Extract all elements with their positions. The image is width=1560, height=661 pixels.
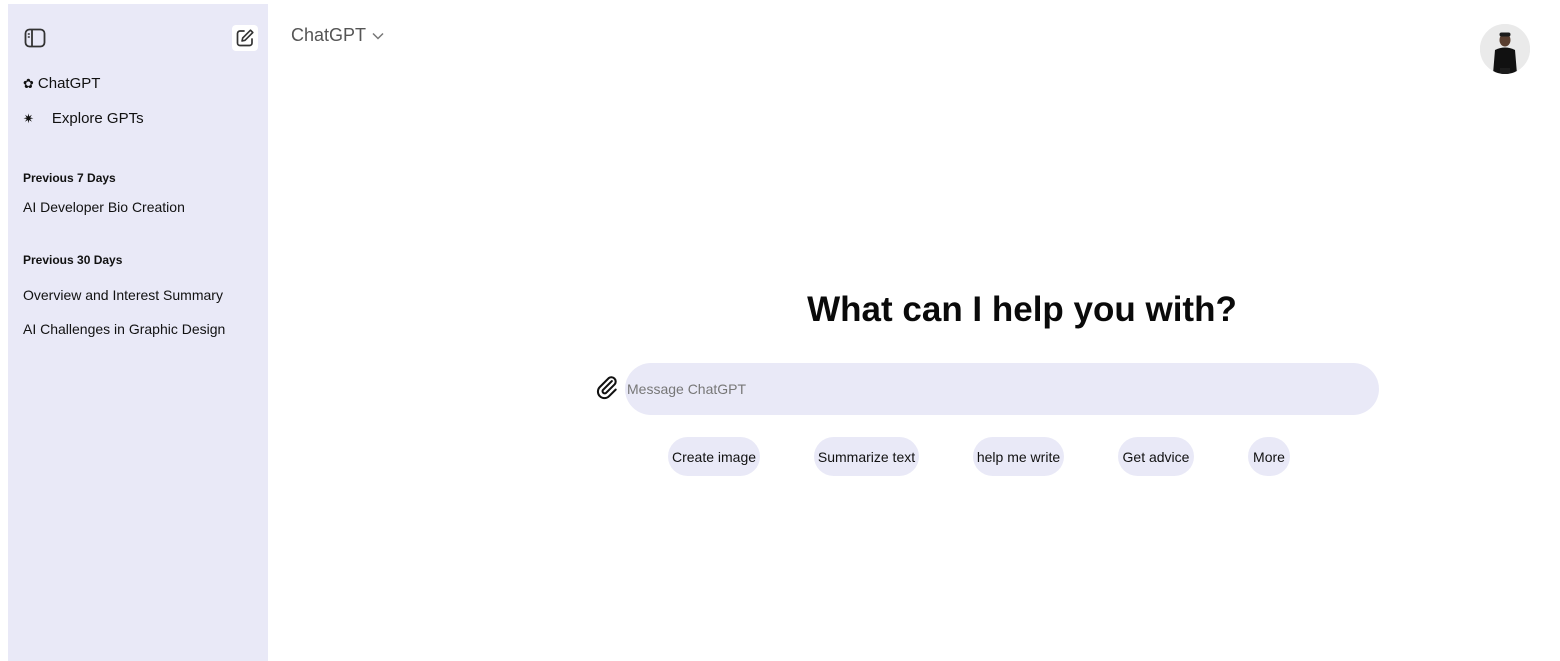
sidebar-item-explore-gpts[interactable]: ✷ Explore GPTs	[23, 110, 144, 127]
chip-get-advice[interactable]: Get advice	[1118, 437, 1194, 476]
section-heading-previous-7-days: Previous 7 Days	[23, 171, 116, 185]
chip-more[interactable]: More	[1248, 437, 1290, 476]
sidebar: ✿ ChatGPT ✷ Explore GPTs Previous 7 Days A…	[8, 4, 268, 661]
sidebar-item-chatgpt[interactable]: ✿ ChatGPT	[23, 75, 100, 92]
attach-button[interactable]	[594, 374, 620, 400]
chevron-down-icon	[372, 32, 384, 40]
avatar[interactable]	[1480, 24, 1530, 74]
model-selector[interactable]: ChatGPT	[291, 25, 384, 46]
page-title: What can I help you with?	[807, 290, 1237, 329]
section-heading-previous-30-days: Previous 30 Days	[23, 253, 123, 267]
chip-summarize-text[interactable]: Summarize text	[814, 437, 919, 476]
sidebar-item-label: Explore GPTs	[51, 110, 144, 127]
paperclip-icon	[596, 376, 617, 400]
sidebar-toggle-icon	[24, 28, 46, 48]
model-name: ChatGPT	[291, 25, 367, 45]
edit-icon	[236, 29, 254, 47]
sidebar-toggle-button[interactable]	[22, 25, 48, 51]
flower-icon: ✿	[23, 76, 34, 91]
sparkle-icon: ✷	[23, 111, 34, 126]
message-input[interactable]	[625, 363, 1379, 415]
new-chat-button[interactable]	[232, 25, 258, 51]
user-avatar-icon	[1480, 24, 1530, 74]
chip-create-image[interactable]: Create image	[668, 437, 760, 476]
sidebar-item-label: ChatGPT	[37, 75, 101, 92]
chip-help-me-write[interactable]: help me write	[973, 437, 1064, 476]
history-item[interactable]: AI Developer Bio Creation	[23, 199, 185, 215]
